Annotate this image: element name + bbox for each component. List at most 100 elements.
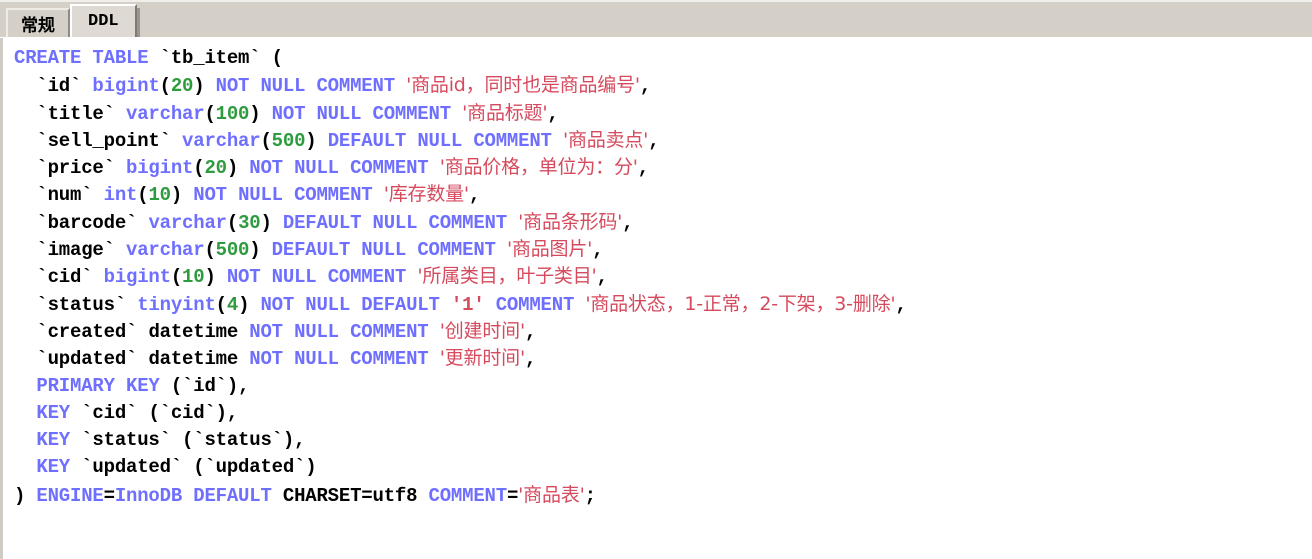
- token-pun: ;: [584, 484, 596, 507]
- token-pun: [14, 429, 36, 451]
- token-pun: ,: [592, 239, 604, 262]
- token-kw: COMMENT: [428, 484, 508, 507]
- token-str: '所属类目，叶子类目': [417, 265, 597, 288]
- code-line: PRIMARY KEY (`id`),: [14, 373, 1312, 400]
- token-kw: DEFAULT: [327, 129, 407, 152]
- token-pun: [115, 239, 126, 261]
- token-kw: NOT: [260, 293, 295, 316]
- token-pun: ): [282, 429, 295, 452]
- token-kw: varchar: [126, 102, 205, 125]
- token-pun: (: [204, 239, 216, 262]
- token-str: '创建时间': [439, 319, 525, 342]
- code-line: `image` varchar(500) DEFAULT NULL COMMEN…: [14, 236, 1312, 263]
- token-pun: ): [305, 456, 317, 479]
- sql-code-block[interactable]: CREATE TABLE `tb_item` ( `id` bigint(20)…: [3, 38, 1312, 509]
- token-pun: [70, 429, 81, 451]
- token-kw: varchar: [126, 239, 205, 262]
- token-pun: [305, 103, 316, 125]
- token-pun: [14, 212, 36, 234]
- token-pun: [14, 130, 36, 152]
- token-pun: ): [249, 239, 261, 262]
- token-kw: int: [103, 184, 138, 207]
- token-kw: COMMENT: [350, 320, 429, 343]
- token-kw: NULL: [238, 184, 283, 207]
- token-pun: [406, 239, 417, 261]
- token-num: 500: [215, 239, 250, 262]
- token-str: '库存数量': [383, 183, 469, 206]
- token-pun: [14, 294, 36, 316]
- token-pun: (: [159, 75, 171, 98]
- token-pun: [406, 266, 417, 288]
- token-kw: NOT: [249, 320, 283, 343]
- token-pun: [283, 321, 294, 343]
- token-pun: [395, 75, 406, 97]
- token-pun: ,: [639, 75, 652, 98]
- token-str: '商品表': [518, 483, 585, 506]
- token-id: `status`: [193, 429, 283, 452]
- tab-bar: 常规 DDL: [0, 0, 1312, 38]
- token-kw: NULL: [305, 293, 351, 316]
- token-id: `updated`: [36, 348, 138, 371]
- token-kw: NOT: [271, 102, 306, 125]
- token-pun: [115, 157, 126, 179]
- token-pun: [272, 485, 283, 507]
- token-kw: NOT: [249, 157, 283, 180]
- token-id: datetime: [148, 320, 239, 343]
- token-pun: ,: [895, 293, 907, 316]
- code-line: `num` int(10) NOT NULL COMMENT '库存数量',: [14, 181, 1312, 208]
- token-kw: TABLE: [92, 47, 149, 69]
- tab-ddl[interactable]: DDL: [70, 4, 137, 37]
- token-id: utf8: [372, 484, 418, 507]
- token-str: '商品价格，单位为：分': [439, 156, 638, 179]
- code-line: `created` datetime NOT NULL COMMENT '创建时…: [14, 318, 1312, 345]
- ddl-code-editor[interactable]: CREATE TABLE `tb_item` ( `id` bigint(20)…: [0, 38, 1312, 559]
- token-pun: [70, 402, 81, 424]
- token-pun: [316, 130, 327, 152]
- code-line: KEY `cid` (`cid`),: [14, 400, 1312, 427]
- token-pun: [14, 239, 36, 261]
- tab-general[interactable]: 常规: [6, 8, 70, 37]
- token-str: '商品状态，1-正常，2-下架，3-删除': [585, 292, 896, 315]
- token-pun: [451, 103, 462, 125]
- token-str: '商品图片': [506, 238, 593, 261]
- token-kw: NULL: [294, 157, 339, 180]
- token-kw: varchar: [182, 129, 261, 152]
- token-str: '更新时间': [439, 347, 525, 370]
- token-id: `updated`: [204, 456, 306, 479]
- token-pun: [260, 266, 271, 288]
- token-pun: [485, 294, 496, 316]
- token-pun: (: [170, 374, 183, 397]
- token-kw: bigint: [92, 75, 160, 98]
- token-pun: ): [305, 129, 317, 152]
- token-id: `title`: [36, 102, 115, 125]
- token-kw: NULL: [294, 320, 339, 343]
- token-id: `updated`: [81, 456, 183, 479]
- token-kw: NULL: [417, 129, 463, 152]
- token-pun: ,: [524, 348, 537, 371]
- token-kw: CREATE: [14, 47, 82, 69]
- code-line: `updated` datetime NOT NULL COMMENT '更新时…: [14, 345, 1312, 372]
- token-kw: NULL: [316, 102, 362, 125]
- token-id: `image`: [36, 239, 115, 262]
- token-pun: [429, 157, 440, 179]
- token-kw: ENGINE: [36, 484, 104, 507]
- token-pun: [339, 348, 350, 370]
- token-kw: InnoDB: [114, 484, 183, 507]
- token-pun: ,: [637, 157, 649, 180]
- token-pun: [272, 212, 283, 234]
- token-pun: ,: [622, 211, 634, 234]
- token-pun: [14, 157, 36, 179]
- token-pun: [137, 212, 148, 234]
- token-kw: KEY: [36, 429, 71, 452]
- token-kw: COMMENT: [372, 102, 452, 125]
- token-pun: ): [14, 484, 26, 507]
- token-id: `num`: [36, 184, 93, 207]
- token-str: '1': [450, 293, 485, 316]
- code-line: `id` bigint(20) NOT NULL COMMENT '商品id，同…: [14, 72, 1312, 99]
- tab-list: 常规 DDL: [6, 0, 1312, 37]
- token-pun: (: [215, 293, 227, 316]
- token-pun: [260, 47, 271, 69]
- token-pun: [249, 294, 260, 316]
- token-pun: ,: [596, 266, 608, 289]
- token-pun: =: [506, 484, 519, 507]
